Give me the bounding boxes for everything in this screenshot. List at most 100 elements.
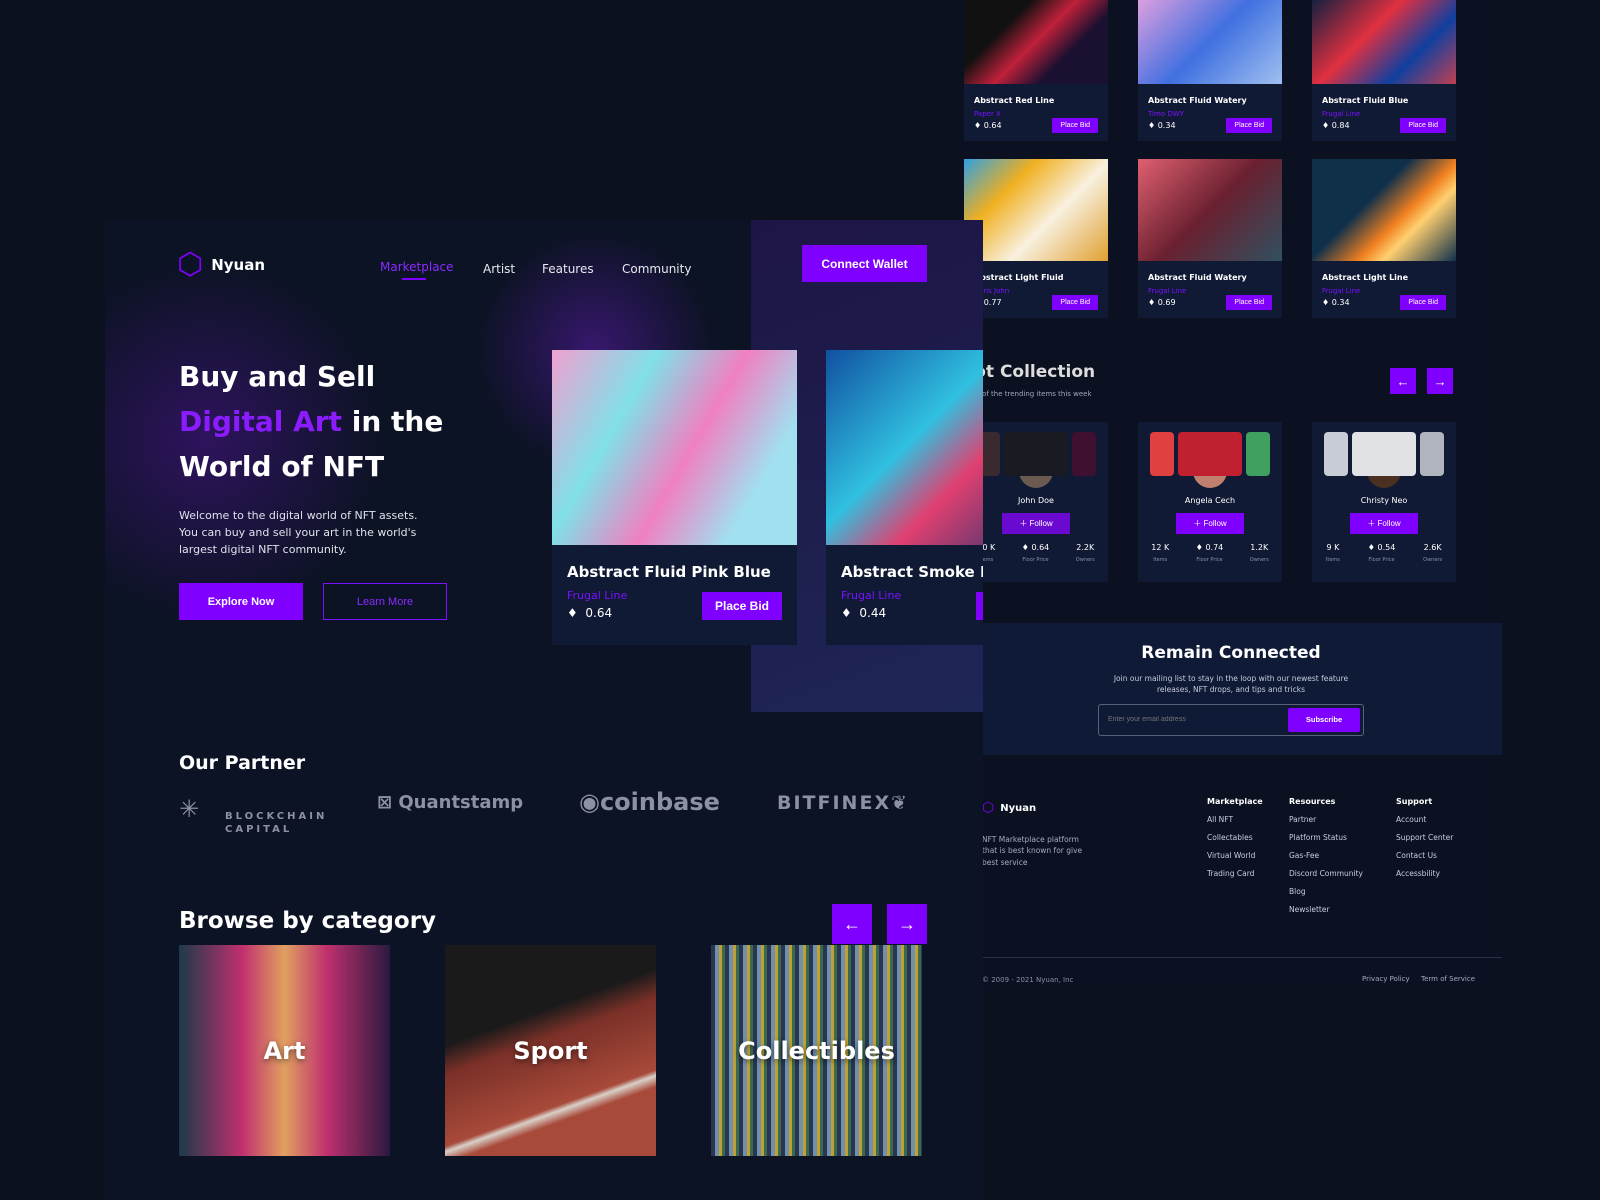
footer-link[interactable]: Support Center — [1396, 833, 1453, 842]
stat-value: 0.74 — [1205, 543, 1224, 552]
category-art[interactable]: Art — [179, 945, 390, 1156]
nft-title: Abstract Fluid Blue — [1322, 96, 1409, 105]
place-bid-button[interactable]: Place Bid — [1052, 295, 1098, 310]
footer-link[interactable]: All NFT — [1207, 815, 1263, 824]
nft-card[interactable]: Abstract Light Line Frugal Line ♦ 0.34 Plac… — [1312, 159, 1456, 318]
category-title: Browse by category — [179, 908, 437, 934]
nft-artist[interactable]: Frugal Line — [1322, 110, 1456, 118]
nft-image — [826, 350, 983, 545]
connect-wallet-button[interactable]: Connect Wallet — [802, 245, 927, 282]
ethereum-icon: ♦ — [1322, 298, 1330, 307]
footer-link[interactable]: Collectables — [1207, 833, 1263, 842]
newsletter-form: Subscribe — [1098, 703, 1364, 736]
privacy-link[interactable]: Privacy Policy — [1362, 975, 1410, 983]
category-prev-button[interactable]: ← — [832, 904, 872, 944]
nft-artist[interactable]: Timo DWY — [1148, 110, 1282, 118]
place-bid-button[interactable]: Place Bid — [1226, 295, 1272, 310]
follow-button[interactable]: ＋ Follow — [1350, 513, 1418, 534]
ethereum-icon: ♦ — [1367, 543, 1375, 552]
hero-title-line: Buy and Sell — [179, 360, 376, 393]
place-bid-button[interactable]: Place Bid — [1400, 118, 1446, 133]
explore-now-button[interactable]: Explore Now — [179, 583, 303, 620]
nft-card[interactable]: Abstract Fluid Watery Timo DWY ♦ 0.34 Place… — [1138, 0, 1282, 141]
collection-card[interactable]: Christy Neo ＋ Follow 9 K Items ♦ 0.54 Floor P… — [1312, 422, 1456, 582]
nft-card[interactable]: Abstract Red Line Paper X ♦ 0.64 Place Bid — [964, 0, 1108, 141]
email-input[interactable] — [1102, 716, 1272, 723]
footer-link[interactable]: Accessbility — [1396, 869, 1453, 878]
ethereum-icon: ♦ — [974, 121, 982, 130]
nft-price: ♦ 0.84 — [1322, 121, 1350, 130]
follow-label: Follow — [1377, 519, 1401, 528]
ethereum-icon: ♦ — [567, 606, 578, 620]
footer-link[interactable]: Discord Community — [1289, 869, 1363, 878]
footer-link[interactable]: Blog — [1289, 887, 1363, 896]
footer-link[interactable]: Contact Us — [1396, 851, 1453, 860]
place-bid-button[interactable]: Place Bid — [1400, 295, 1446, 310]
place-bid-button[interactable]: Place Bid — [976, 592, 983, 620]
featured-nft-card[interactable]: Abstract Smoke BlueFrugal Line♦ 0.44Plac… — [826, 350, 983, 645]
marketplace-page-preview: Abstract Red Line Paper X ♦ 0.64 Place Bid A… — [960, 0, 1502, 990]
nft-title: Abstract Red Line — [974, 96, 1055, 105]
nft-artist[interactable]: Frugal Line — [1322, 287, 1456, 295]
brand-name: Nyuan — [211, 256, 266, 274]
place-bid-button[interactable]: Place Bid — [702, 592, 782, 620]
stat-label: Owners — [1423, 557, 1443, 563]
stat-label: Floor Price — [1196, 557, 1223, 563]
category-sport[interactable]: Sport — [445, 945, 656, 1156]
terms-link[interactable]: Term of Service — [1421, 975, 1475, 983]
logo[interactable]: ⬡ Nyuan — [177, 250, 265, 280]
collection-thumbnails — [964, 422, 1108, 476]
nft-image — [1312, 0, 1456, 84]
follow-button[interactable]: ＋ Follow — [1002, 513, 1070, 534]
hot-prev-button[interactable]: ← — [1390, 368, 1416, 394]
footer-link[interactable]: Trading Card — [1207, 869, 1263, 878]
nft-card[interactable]: Abstract Fluid Watery Frugal Line ♦ 0.69 Pl… — [1138, 159, 1282, 318]
nft-artist[interactable]: Chris John — [974, 287, 1108, 295]
stat-label: Floor Price — [1022, 557, 1049, 563]
nft-artist[interactable]: Paper X — [974, 110, 1108, 118]
footer-link[interactable]: Virtual World — [1207, 851, 1263, 860]
nav-marketplace[interactable]: Marketplace — [380, 260, 454, 274]
ethereum-icon: ♦ — [841, 606, 852, 620]
nft-price: ♦ 0.64 — [974, 121, 1002, 130]
nft-card[interactable]: Abstract Fluid Blue Frugal Line ♦ 0.84 Plac… — [1312, 0, 1456, 141]
stat-value: 1.2K — [1250, 543, 1269, 552]
collection-card[interactable]: Angela Cech ＋ Follow 12 K Items ♦ 0.74 Floor … — [1138, 422, 1282, 582]
stat-value: 0.64 — [1031, 543, 1050, 552]
footer-link[interactable]: Partner — [1289, 815, 1363, 824]
place-bid-button[interactable]: Place Bid — [1226, 118, 1272, 133]
nav-artist[interactable]: Artist — [483, 262, 515, 276]
footer-link[interactable]: Platform Status — [1289, 833, 1363, 842]
nft-card[interactable]: Abstract Light FluidChris John♦ 0.77Plac… — [964, 159, 1108, 318]
subscribe-button[interactable]: Subscribe — [1288, 707, 1360, 732]
arrow-right-icon: → — [1433, 373, 1447, 389]
place-bid-button[interactable]: Place Bid — [1052, 118, 1098, 133]
hot-next-button[interactable]: → — [1427, 368, 1453, 394]
learn-more-button[interactable]: Learn More — [323, 583, 447, 620]
follow-button[interactable]: ＋ Follow — [1176, 513, 1244, 534]
partners-title: Our Partner — [179, 752, 306, 774]
nav-features[interactable]: Features — [542, 262, 594, 276]
stat-label: Items — [1325, 557, 1340, 563]
featured-nft-card[interactable]: Abstract Fluid Pink Blue Frugal Line ♦ 0.6… — [552, 350, 797, 645]
price-value: 0.64 — [983, 121, 1002, 130]
nft-title: Abstract Smoke Blue — [841, 563, 983, 581]
collector-name: John Doe — [1018, 496, 1054, 505]
newsletter-desc: Join our mailing list to stay in the loo… — [1113, 674, 1349, 695]
footer-link[interactable]: Gas-Fee — [1289, 851, 1363, 860]
nft-image — [1138, 0, 1282, 84]
category-next-button[interactable]: → — [887, 904, 927, 944]
collection-card[interactable]: John Doe ＋ Follow 10 K Items ♦ 0.64 Floor Pri… — [964, 422, 1108, 582]
stat-label: Floor Price — [1368, 557, 1395, 563]
footer-link[interactable]: Account — [1396, 815, 1453, 824]
stat-label: Items — [1153, 557, 1168, 563]
category-collectibles[interactable]: Collectibles — [711, 945, 922, 1156]
footer-link[interactable]: Newsletter — [1289, 905, 1363, 914]
nft-artist[interactable]: Frugal Line — [1148, 287, 1282, 295]
newsletter-title: Remain Connected — [1141, 643, 1321, 663]
nft-image — [964, 0, 1108, 84]
partner-name: BITFINEX — [777, 792, 892, 814]
nft-price: ♦ 0.44 — [841, 606, 886, 620]
nav-community[interactable]: Community — [622, 262, 691, 276]
nft-title: Abstract Light Line — [1322, 273, 1409, 282]
